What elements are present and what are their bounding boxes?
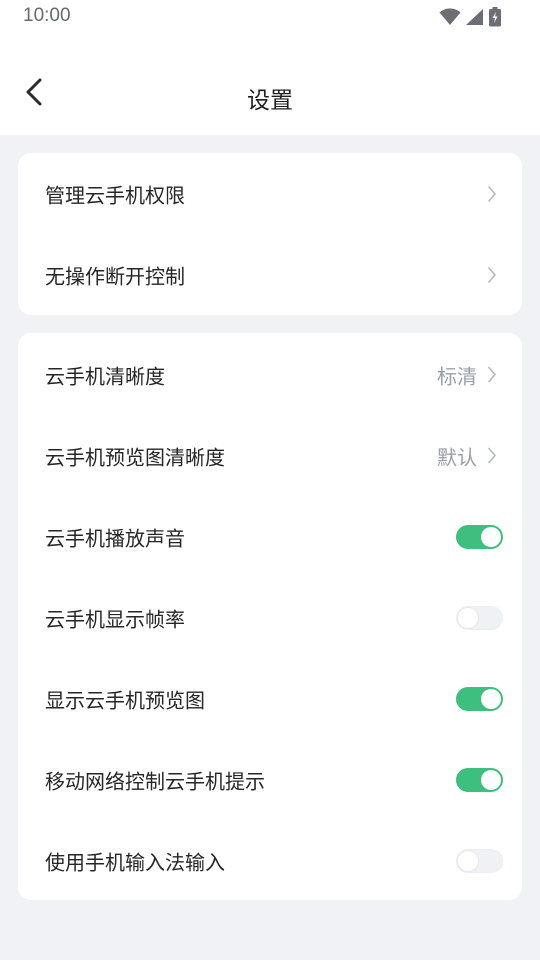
status-icons: [439, 6, 502, 28]
settings-group-2: 云手机清晰度 标清 云手机预览图清晰度 默认 云手机播放声音 云手机显示帧率 显…: [18, 333, 522, 900]
row-right: [487, 185, 497, 203]
nav-bar: 设置: [0, 34, 540, 135]
row-label: 云手机显示帧率: [45, 607, 185, 631]
status-time: 10:00: [23, 5, 71, 26]
resolution-value: 标清: [437, 364, 477, 388]
page-title: 设置: [247, 88, 293, 114]
toggle-knob: [481, 769, 501, 790]
toggle-knob: [481, 688, 501, 709]
idle-disconnect-control-row[interactable]: 无操作断开控制: [18, 234, 522, 315]
row-label: 无操作断开控制: [45, 264, 185, 288]
mobile-network-tip-row: 移动网络控制云手机提示: [18, 739, 522, 820]
show-preview-toggle[interactable]: [456, 686, 503, 711]
preview-resolution-row[interactable]: 云手机预览图清晰度 默认: [18, 415, 522, 496]
chevron-right-icon: [487, 447, 497, 465]
toggle-knob: [458, 607, 478, 628]
use-phone-ime-row: 使用手机输入法输入: [18, 820, 522, 901]
row-label: 显示云手机预览图: [45, 688, 205, 712]
mobile-network-tip-toggle[interactable]: [456, 767, 503, 792]
row-label: 管理云手机权限: [45, 183, 185, 207]
use-phone-ime-toggle[interactable]: [456, 848, 503, 873]
row-label: 云手机播放声音: [45, 526, 185, 550]
settings-group-1: 管理云手机权限 无操作断开控制: [18, 153, 522, 315]
row-label: 移动网络控制云手机提示: [45, 769, 265, 793]
row-label: 云手机预览图清晰度: [45, 445, 225, 469]
chevron-right-icon: [487, 266, 497, 284]
toggle-knob: [458, 850, 478, 871]
row-label: 云手机清晰度: [45, 364, 165, 388]
row-right: 默认: [437, 441, 497, 470]
row-label: 使用手机输入法输入: [45, 850, 225, 874]
battery-charging-icon: [488, 7, 502, 27]
show-preview-row: 显示云手机预览图: [18, 658, 522, 739]
wifi-icon: [439, 8, 461, 26]
row-right: [487, 266, 497, 284]
cellular-signal-icon: [465, 8, 484, 26]
show-frame-rate-row: 云手机显示帧率: [18, 577, 522, 658]
status-bar: 10:00: [0, 0, 540, 34]
chevron-right-icon: [487, 366, 497, 384]
show-frame-rate-toggle[interactable]: [456, 605, 503, 630]
manage-cloud-phone-permissions-row[interactable]: 管理云手机权限: [18, 153, 522, 234]
play-sound-row: 云手机播放声音: [18, 496, 522, 577]
play-sound-toggle[interactable]: [456, 524, 503, 549]
row-right: 标清: [437, 360, 497, 389]
cloud-phone-resolution-row[interactable]: 云手机清晰度 标清: [18, 334, 522, 415]
preview-resolution-value: 默认: [437, 445, 477, 469]
toggle-knob: [481, 526, 501, 547]
chevron-right-icon: [487, 185, 497, 203]
